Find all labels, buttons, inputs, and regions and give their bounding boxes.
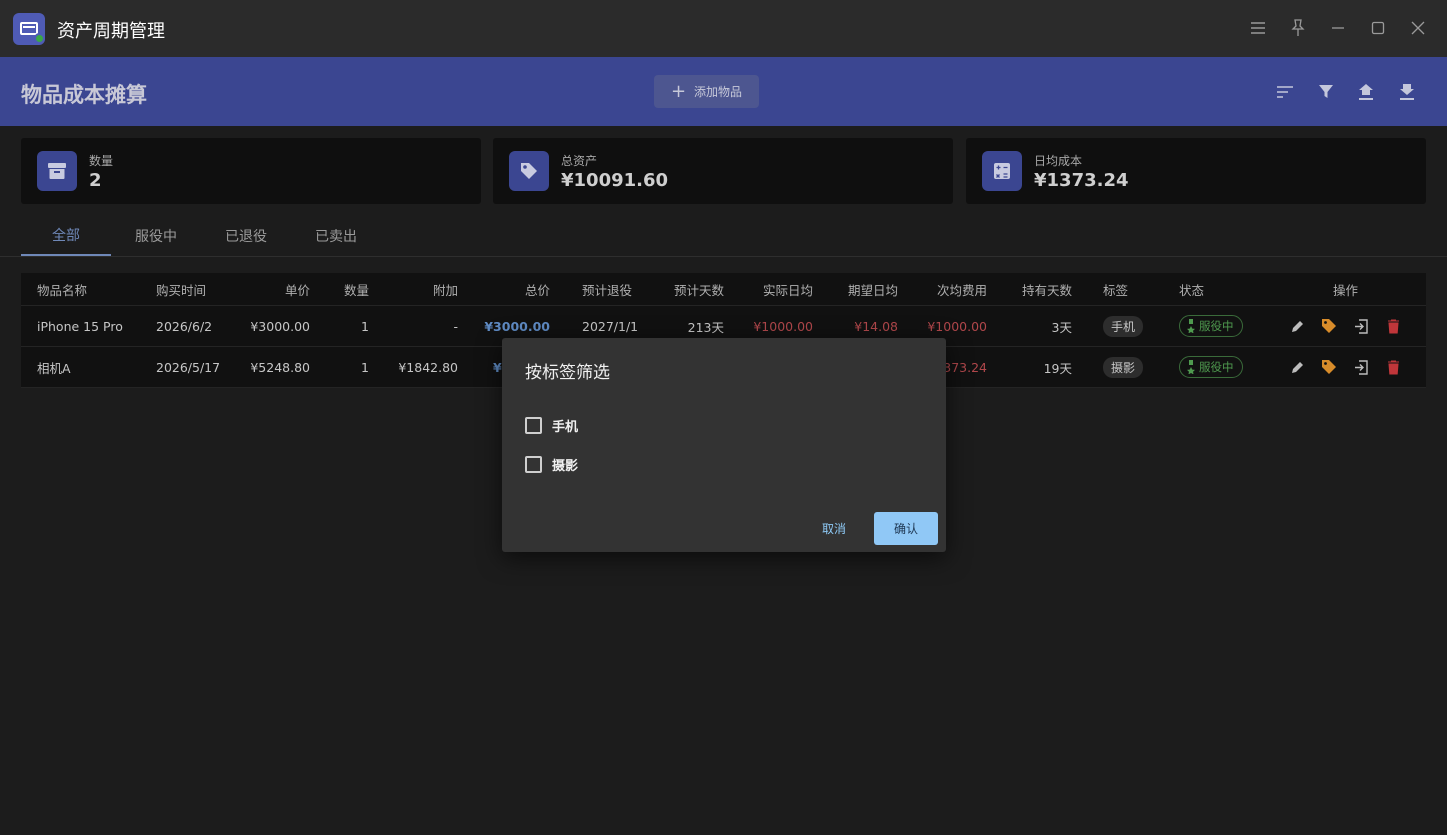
cell-tag: 摄影 <box>1103 347 1144 387</box>
cell-hold: 19天 <box>1043 360 1072 376</box>
header-retire: 预计退役 <box>582 282 633 298</box>
maximize-icon[interactable] <box>1368 18 1388 38</box>
sort-icon[interactable] <box>1274 81 1296 103</box>
stat-value: 2 <box>89 170 102 191</box>
medal-icon <box>1187 360 1195 374</box>
status-label: 服役中 <box>1199 319 1234 333</box>
edit-icon[interactable] <box>1290 318 1306 334</box>
cell-extra: - <box>453 318 458 334</box>
title-bar: 资产周期管理 <box>0 0 1447 57</box>
stat-card-daily-cost: 日均成本 ¥1373.24 <box>966 138 1426 204</box>
status-badge: 服役中 <box>1179 315 1243 337</box>
cancel-button[interactable]: 取消 <box>809 513 859 543</box>
checkbox[interactable] <box>525 416 542 434</box>
cell-price: ¥5248.80 <box>250 359 310 375</box>
filter-icon[interactable] <box>1315 81 1337 103</box>
exit-icon[interactable] <box>1353 318 1369 334</box>
exit-icon[interactable] <box>1353 359 1369 375</box>
header-days: 预计天数 <box>673 282 724 298</box>
pin-icon[interactable] <box>1288 18 1308 38</box>
header-tag: 标签 <box>1103 282 1129 298</box>
stat-value: ¥1373.24 <box>1034 170 1129 191</box>
app-icon <box>13 13 45 45</box>
plus-icon: + <box>670 80 687 102</box>
cell-status: 服役中 <box>1179 347 1243 387</box>
status-badge: 服役中 <box>1179 356 1243 378</box>
delete-icon[interactable] <box>1385 359 1401 375</box>
stat-value: ¥10091.60 <box>561 170 669 191</box>
header-extra: 附加 <box>432 282 458 298</box>
status-label: 服役中 <box>1199 360 1234 374</box>
add-item-button[interactable]: + 添加物品 <box>654 75 759 108</box>
dialog-title: 按标签筛选 <box>525 363 610 383</box>
tabs-divider <box>0 256 1447 257</box>
page-title: 物品成本摊算 <box>21 83 147 107</box>
tag-icon[interactable] <box>1321 318 1337 334</box>
header-expect: 期望日均 <box>847 282 898 298</box>
minimize-icon[interactable] <box>1328 18 1348 38</box>
header-status: 状态 <box>1179 282 1205 298</box>
cell-total: ¥ <box>493 359 502 375</box>
header-name: 物品名称 <box>37 282 88 298</box>
cell-tag: 手机 <box>1103 306 1144 346</box>
cell-name: 相机A <box>37 360 71 376</box>
cell-date: 2026/5/17 <box>156 359 221 375</box>
tag-chip: 手机 <box>1103 315 1144 337</box>
header-actions: 操作 <box>1333 282 1359 298</box>
archive-icon <box>37 151 77 191</box>
delete-icon[interactable] <box>1385 318 1401 334</box>
checkbox[interactable] <box>525 455 542 473</box>
header-date: 购买时间 <box>156 282 207 298</box>
option-label: 手机 <box>552 419 579 435</box>
cell-date: 2026/6/2 <box>156 318 213 334</box>
tag-chip: 摄影 <box>1103 356 1144 378</box>
table-header-row: 物品名称 购买时间 单价 数量 附加 总价 预计退役 预计天数 实际日均 期望日… <box>21 273 1426 306</box>
calculator-icon <box>982 151 1022 191</box>
stat-label: 总资产 <box>561 154 598 168</box>
window-title: 资产周期管理 <box>57 21 165 42</box>
header-qty: 数量 <box>343 282 369 298</box>
cell-qty: 1 <box>361 318 369 334</box>
price-tag-icon <box>509 151 549 191</box>
stat-card-total-assets: 总资产 ¥10091.60 <box>493 138 953 204</box>
cell-hold: 3天 <box>1051 319 1072 335</box>
confirm-button[interactable]: 确认 <box>874 512 938 545</box>
cell-price: ¥3000.00 <box>250 318 310 334</box>
download-icon[interactable] <box>1396 81 1418 103</box>
upload-icon[interactable] <box>1355 81 1377 103</box>
medal-icon <box>1187 319 1195 333</box>
header-price: 单价 <box>284 282 310 298</box>
stat-card-count: 数量 2 <box>21 138 481 204</box>
header-per-use: 次均费用 <box>936 282 987 298</box>
add-item-label: 添加物品 <box>694 85 743 99</box>
cell-extra: ¥1842.80 <box>398 359 458 375</box>
close-icon[interactable] <box>1408 18 1428 38</box>
edit-icon[interactable] <box>1290 359 1306 375</box>
filter-option-photography[interactable]: 摄影 <box>525 453 578 475</box>
tag-icon[interactable] <box>1321 359 1337 375</box>
tab-all[interactable]: 全部 <box>21 215 111 256</box>
tab-in-service[interactable]: 服役中 <box>121 215 191 256</box>
cell-status: 服役中 <box>1179 306 1243 346</box>
option-label: 摄影 <box>552 458 579 474</box>
filter-option-phone[interactable]: 手机 <box>525 414 578 436</box>
header-hold: 持有天数 <box>1021 282 1072 298</box>
page-header: 物品成本摊算 + 添加物品 <box>0 57 1447 126</box>
stat-label: 日均成本 <box>1034 154 1083 168</box>
cell-qty: 1 <box>361 359 369 375</box>
menu-icon[interactable] <box>1248 18 1268 38</box>
header-total: 总价 <box>524 282 550 298</box>
tag-filter-dialog: 按标签筛选 手机 摄影 取消 确认 <box>502 338 946 552</box>
stat-label: 数量 <box>89 154 114 168</box>
tab-retired[interactable]: 已退役 <box>211 215 281 256</box>
header-actual: 实际日均 <box>762 282 813 298</box>
cell-name: iPhone 15 Pro <box>37 318 123 334</box>
tab-sold[interactable]: 已卖出 <box>301 215 371 256</box>
